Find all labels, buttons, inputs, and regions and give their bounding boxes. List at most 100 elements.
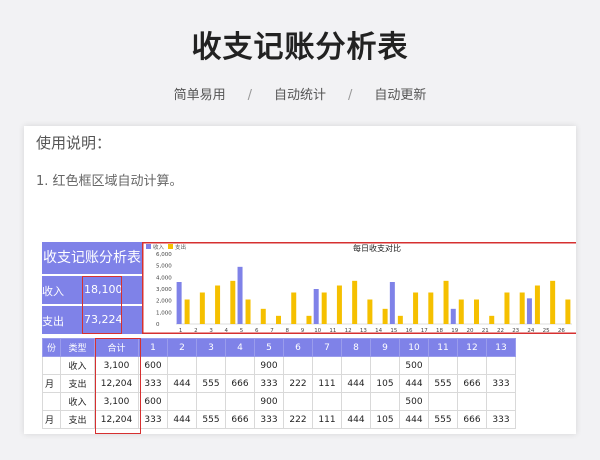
expense-bar [336,285,342,324]
day-cell[interactable] [370,392,400,411]
day-cell[interactable] [312,392,342,411]
day-cell[interactable]: 555 [196,374,226,393]
column-header: 7 [312,338,342,357]
income-bar [450,308,456,324]
day-cell[interactable] [428,392,458,411]
day-cell[interactable]: 333 [486,410,516,429]
day-cell[interactable]: 105 [370,374,400,393]
day-cell[interactable]: 444 [341,374,371,393]
month-cell[interactable]: 月 [42,374,61,393]
day-cell[interactable]: 666 [457,374,487,393]
day-cell[interactable]: 500 [399,356,429,375]
day-cell[interactable]: 900 [254,356,284,375]
day-cell[interactable]: 333 [486,374,516,393]
day-cell[interactable]: 333 [138,374,168,393]
day-cell[interactable]: 555 [428,374,458,393]
day-cell[interactable] [312,356,342,375]
type-cell[interactable]: 收入 [60,356,95,375]
day-cell[interactable] [167,392,197,411]
month-cell[interactable] [42,392,61,411]
x-tick-label: 20 [467,328,474,334]
day-cell[interactable]: 600 [138,392,168,411]
day-cell[interactable] [341,356,371,375]
day-cell[interactable]: 900 [254,392,284,411]
expense-bar [215,285,221,324]
x-tick-label: 1 [179,328,183,334]
y-tick-label: 3,000 [156,287,172,293]
expense-bar [413,292,419,324]
day-cell[interactable]: 555 [428,410,458,429]
day-cell[interactable] [196,392,226,411]
day-cell[interactable]: 444 [167,410,197,429]
usage-title: 使用说明： [36,134,112,152]
month-cell[interactable]: 月 [42,410,61,429]
day-cell[interactable]: 444 [167,374,197,393]
expense-bar [199,292,205,324]
x-tick-label: 6 [255,328,259,334]
column-header: 6 [283,338,313,357]
income-bar [526,298,532,324]
day-cell[interactable] [196,356,226,375]
separator: / [247,88,252,103]
month-cell[interactable] [42,356,61,375]
expense-bar [306,315,312,324]
usage-line: 1. 红色框区域自动计算。 [36,174,183,189]
day-cell[interactable] [457,392,487,411]
expense-bar [565,299,571,324]
day-cell[interactable] [283,392,313,411]
expense-bar [550,280,556,324]
preview-card: 使用说明： 1. 红色框区域自动计算。 收支记账分析表 收入 18,100 支出… [24,126,576,434]
day-cell[interactable]: 333 [254,410,284,429]
tag-auto-stats: 自动统计 [273,88,326,103]
x-tick-label: 2 [194,328,198,334]
day-cell[interactable]: 333 [254,374,284,393]
type-cell[interactable]: 支出 [60,374,95,393]
day-cell[interactable]: 111 [312,374,342,393]
day-cell[interactable]: 111 [312,410,342,429]
day-cell[interactable]: 666 [225,374,255,393]
day-cell[interactable] [225,356,255,375]
column-header: 3 [196,338,226,357]
legend-swatch [146,244,151,249]
expense-bar [367,299,373,324]
day-cell[interactable]: 555 [196,410,226,429]
type-cell[interactable]: 支出 [60,410,95,429]
day-cell[interactable] [225,392,255,411]
day-cell[interactable]: 222 [283,410,313,429]
expense-bar [230,280,236,324]
day-cell[interactable] [370,356,400,375]
column-header: 2 [167,338,197,357]
type-cell[interactable]: 收入 [60,392,95,411]
day-cell[interactable] [428,356,458,375]
day-cell[interactable]: 666 [225,410,255,429]
day-cell[interactable]: 444 [341,410,371,429]
day-cell[interactable]: 600 [138,356,168,375]
day-cell[interactable] [341,392,371,411]
x-tick-label: 19 [451,328,458,334]
day-cell[interactable]: 666 [457,410,487,429]
x-tick-label: 14 [375,328,382,334]
x-tick-label: 16 [406,328,413,334]
day-cell[interactable]: 222 [283,374,313,393]
x-tick-label: 8 [285,328,289,334]
day-cell[interactable] [283,356,313,375]
day-cell[interactable] [457,356,487,375]
income-label: 收入 [42,285,64,298]
day-cell[interactable]: 500 [399,392,429,411]
spreadsheet-preview: 收支记账分析表 收入 18,100 支出 73,224 每日收支对比 收入 支出 0 1… [24,240,576,434]
day-cell[interactable] [486,392,516,411]
day-cell[interactable]: 333 [138,410,168,429]
day-cell[interactable]: 105 [370,410,400,429]
legend-label: 收入 [153,243,165,251]
x-tick-label: 10 [314,328,321,334]
day-cell[interactable]: 444 [399,410,429,429]
income-bar [176,282,182,324]
expense-bar [260,308,266,324]
x-tick-label: 12 [345,328,352,334]
day-cell[interactable] [486,356,516,375]
y-tick-label: 1,000 [156,310,172,316]
x-tick-label: 3 [209,328,213,334]
column-header: 份 [42,338,61,357]
day-cell[interactable] [167,356,197,375]
day-cell[interactable]: 444 [399,374,429,393]
